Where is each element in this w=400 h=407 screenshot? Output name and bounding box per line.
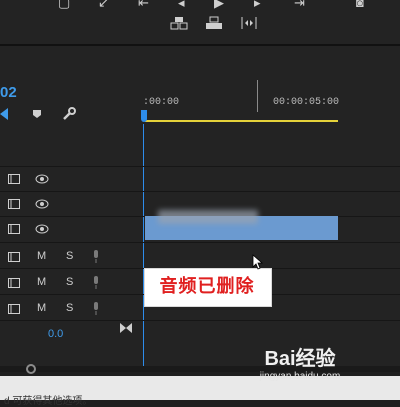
mute-button[interactable]: M [37,250,46,262]
snap-icon[interactable] [0,108,12,120]
eye-icon[interactable] [35,199,49,209]
annotation-text: 音频已删除 [159,276,255,296]
export-frame-icon[interactable]: ▢ [58,0,70,10]
watermark-main: Bai经验 [264,348,336,370]
step-back-icon[interactable]: ↙ [98,0,109,10]
clip-label-blurred [158,210,258,224]
go-to-in-icon[interactable]: ⇤ [138,0,149,10]
film-icon[interactable] [8,224,20,234]
film-icon[interactable] [8,174,20,184]
film-icon[interactable] [8,252,20,262]
eye-icon[interactable] [35,174,49,184]
solo-button[interactable]: S [66,250,73,262]
cursor-icon [252,254,264,270]
track-divider [0,191,400,192]
play-icon[interactable]: ▶ [214,0,224,10]
film-icon[interactable] [8,278,20,288]
trim-icon[interactable] [240,16,258,30]
solo-button[interactable]: S [66,276,73,288]
bowtie-icon[interactable] [120,323,132,333]
ruler-label-start: :00:00 [143,97,180,108]
transport-bar: ▢ ↙ ⇤ ◂ ▶ ▸ ⇥ ◙ [0,0,400,44]
camera-icon[interactable]: ◙ [356,0,364,10]
audio-track-a3: M S [8,302,118,316]
wrench-icon[interactable] [62,107,76,121]
baidu-watermark-logo: Bai经验 jingyan.baidu.com [220,342,380,392]
track-divider [0,242,400,243]
go-to-out-icon[interactable]: ⇥ [294,0,305,10]
ruler-label-mid: 00:00:05:00 [273,97,340,108]
audio-track-a2: M S [8,276,118,290]
audio-track-a1: M S [8,250,118,264]
microphone-icon[interactable] [92,250,100,263]
film-icon[interactable] [8,199,20,209]
zoom-slider-handle[interactable] [26,364,36,374]
marker-icon[interactable] [32,109,42,119]
ruler-tick [257,80,258,112]
watermark-sub: jingyan.baidu.com [259,371,341,382]
step-back-frame-icon[interactable]: ◂ [178,0,185,10]
track-divider [0,166,400,167]
track-divider [0,320,400,321]
lift-icon[interactable] [170,16,188,30]
timecode-display[interactable]: 02 [0,84,17,101]
microphone-icon[interactable] [92,302,100,315]
mute-button[interactable]: M [37,302,46,314]
microphone-icon[interactable] [92,276,100,289]
timeline-panel [0,46,400,366]
extract-icon[interactable] [205,16,223,30]
work-area-bar[interactable] [145,120,338,122]
step-forward-icon[interactable]: ▸ [254,0,261,10]
playhead-handle[interactable] [141,110,147,122]
master-volume-value[interactable]: 0.0 [48,328,63,340]
mute-button[interactable]: M [37,276,46,288]
playhead-line[interactable] [143,124,144,367]
film-icon[interactable] [8,304,20,314]
solo-button[interactable]: S [66,302,73,314]
eye-icon[interactable] [35,224,49,234]
